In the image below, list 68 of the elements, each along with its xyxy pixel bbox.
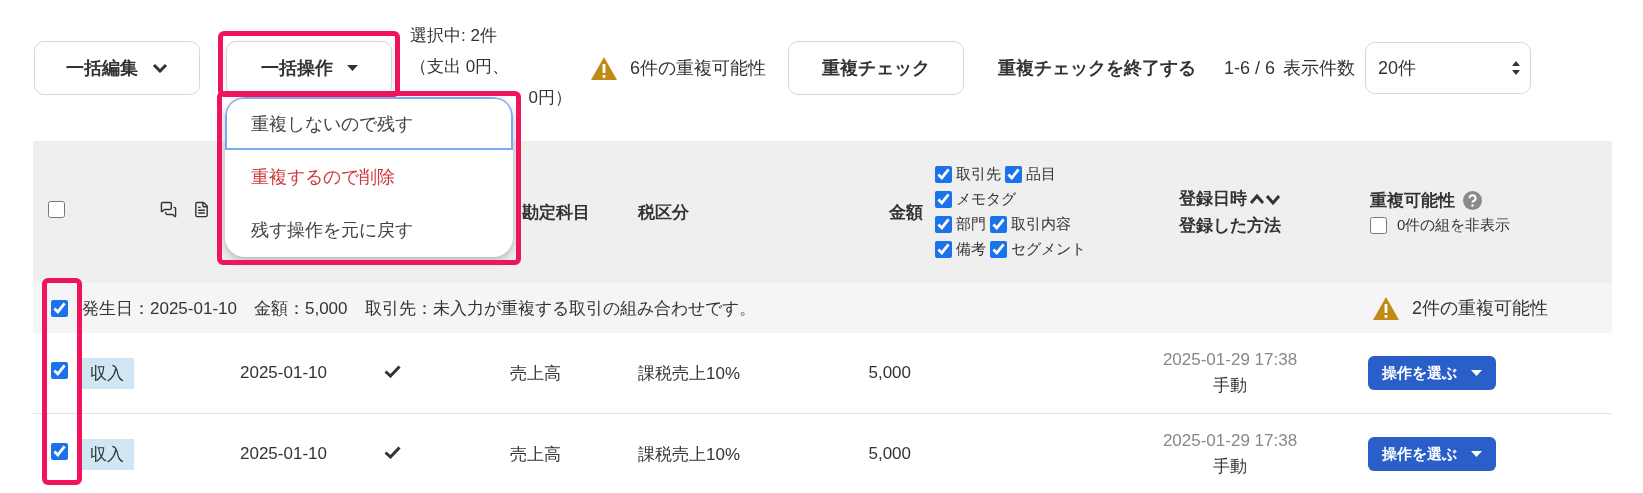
date-cell-text: 2025-01-10: [239, 444, 327, 464]
column-header: 勘定科目: [521, 201, 590, 224]
filter-label: 部門: [956, 215, 986, 234]
hide-checkbox[interactable]: [1370, 217, 1387, 234]
select-all-checkbox[interactable]: [48, 201, 65, 218]
type-tag: 収入: [80, 438, 134, 470]
filter-checkbox[interactable]: [935, 216, 952, 233]
registered-time: 2025-01-29 17:38: [1162, 349, 1298, 370]
menu-item[interactable]: 残す操作を元に戻す: [225, 203, 513, 257]
column-header: 登録した方法: [1179, 215, 1281, 237]
bulk-edit-button[interactable]: 一括編集: [34, 41, 200, 95]
group-warning: 2件の重複可能性: [1412, 297, 1548, 320]
amount-cell-text: 5,000: [868, 444, 912, 464]
column-header: 金額: [889, 201, 924, 224]
hide-option-label: 0件の組を非表示: [1397, 216, 1511, 235]
choose-action-button[interactable]: 操作を選ぶ: [1368, 356, 1496, 390]
menu-item[interactable]: 重複しないので残す: [225, 97, 513, 151]
tax-cell-text: 課税売上10%: [637, 362, 741, 385]
caret-icon: [1471, 370, 1482, 376]
filter-checkbox[interactable]: [1005, 166, 1022, 183]
filter-label: 取引先: [956, 165, 1001, 184]
selection-summary: 選択中: 2件: [410, 25, 498, 47]
registration-method: 手動: [1213, 374, 1247, 397]
warning-icon: [590, 55, 618, 81]
group-checkbox[interactable]: [51, 299, 68, 317]
type-tag: 収入: [80, 357, 134, 389]
registered-time: 2025-01-29 17:38: [1162, 430, 1298, 451]
filter-checkbox[interactable]: [935, 191, 952, 208]
per-page-label: 表示件数: [1283, 57, 1356, 80]
choose-action-button[interactable]: 操作を選ぶ: [1368, 437, 1496, 471]
account-cell-text: 売上高: [509, 362, 561, 385]
row-checkbox[interactable]: [51, 362, 68, 379]
duplicate-warning: 6件の重複可能性: [630, 57, 766, 80]
filter-label: 取引内容: [1011, 215, 1071, 234]
document-icon: [193, 201, 210, 218]
selection-summary: （支出 0円、: [410, 56, 511, 78]
caret-icon: [1471, 451, 1482, 457]
end-check-link[interactable]: 重複チェックを終了する: [998, 56, 1196, 80]
menu-item[interactable]: 重複するので削除: [225, 150, 513, 204]
per-page-select[interactable]: 20件: [1365, 42, 1532, 94]
help-icon[interactable]: [1463, 191, 1482, 210]
warning-icon: [1372, 295, 1400, 321]
registration-method: 手動: [1213, 455, 1247, 478]
filter-checkbox[interactable]: [990, 241, 1007, 258]
column-header: 税区分: [636, 201, 689, 224]
comments-icon: [160, 201, 177, 218]
sort-arrows-icon: [1512, 61, 1521, 75]
account-cell-text: 売上高: [509, 443, 561, 466]
selection-summary: 0円）: [527, 87, 572, 109]
filter-checkbox[interactable]: [935, 166, 952, 183]
page-range: 1-6 / 6: [1224, 57, 1276, 79]
tax-cell-text: 課税売上10%: [637, 443, 741, 466]
group-description: 発生日：2025-01-10 金額：5,000 取引先：未入力が重複する取引の組み合わせです。: [82, 297, 756, 320]
row-checkbox[interactable]: [51, 443, 68, 460]
filter-label: セグメント: [1011, 240, 1086, 259]
chevron-down-icon: [152, 63, 168, 73]
filter-checkbox[interactable]: [935, 241, 952, 258]
filter-label: メモタグ: [956, 190, 1016, 209]
sort-icon[interactable]: [1249, 192, 1281, 205]
caret-icon: [346, 65, 358, 71]
date-cell-text: 2025-01-10: [239, 363, 327, 383]
filter-checkbox[interactable]: [990, 216, 1007, 233]
amount-cell-text: 5,000: [868, 363, 912, 383]
filter-label: 備考: [956, 240, 986, 259]
duplicate-check-button[interactable]: 重複チェック: [788, 41, 964, 95]
filter-label: 品目: [1026, 165, 1056, 184]
column-header: 登録日時: [1179, 188, 1247, 210]
column-header: 重複可能性: [1370, 190, 1455, 212]
